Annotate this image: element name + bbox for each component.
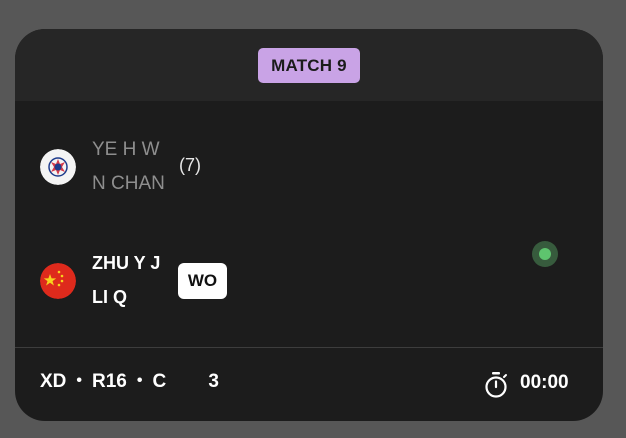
walkover-badge: WO [178,263,227,299]
court-label: C 3 [152,371,220,392]
team2-player2-name: LI Q [92,287,127,307]
card-header: MATCH 9 [15,29,603,101]
team1-seed: (7) [179,155,201,175]
match-number-badge: MATCH 9 [258,48,360,83]
separator-dot: • [136,372,143,389]
match-meta: XD • R16 • C 3 [40,371,219,393]
match-timer: 00:00 [520,372,569,393]
team1-player1-name: YE H W [92,139,160,160]
event-code: XD [40,371,67,392]
separator-dot: • [76,372,83,389]
chinese-taipei-flag-icon [40,149,76,185]
round-code: R16 [92,371,127,392]
stopwatch-icon [483,371,509,399]
team2-player1-name: ZHU Y J [92,253,161,273]
serve-dot-icon [532,241,558,267]
china-flag-icon [40,263,76,299]
match-card[interactable]: MATCH 9 YE H W N CHAN (7) ZHU Y J LI Q W… [15,29,603,421]
footer-divider [15,347,603,348]
team1-player2-name: N CHAN [92,173,165,194]
